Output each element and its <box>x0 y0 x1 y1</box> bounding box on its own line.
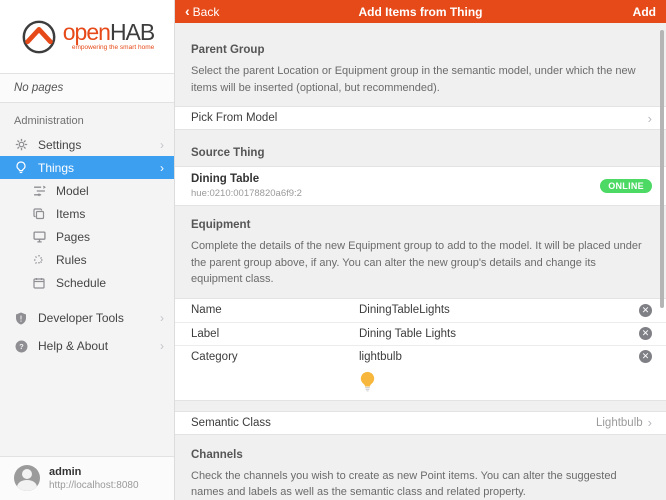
user-server-url: http://localhost:8080 <box>49 479 139 492</box>
sitemap-icon <box>32 184 46 198</box>
category-field-label: Category <box>191 351 359 363</box>
calendar-icon <box>32 276 46 290</box>
parent-group-title: Parent Group <box>191 44 650 56</box>
logo-tagline: empowering the smart home <box>63 45 154 52</box>
chevron-left-icon: ‹ <box>185 4 190 18</box>
chevron-right-icon: › <box>160 339 164 353</box>
label-field-row: Label Dining Table Lights ✕ <box>175 322 666 345</box>
category-icon-preview <box>175 368 666 400</box>
avatar <box>14 465 40 491</box>
category-field-row: Category lightbulb ✕ <box>175 345 666 368</box>
sidebar-item-things[interactable]: Things › <box>0 156 174 179</box>
name-field-row: Name DiningTableLights ✕ <box>175 299 666 322</box>
back-button[interactable]: ‹ Back <box>185 5 219 19</box>
source-thing-row[interactable]: Dining Table hue:0210:00178820a6f9:2 ONL… <box>175 167 666 205</box>
channels-title: Channels <box>191 449 650 461</box>
user-name: admin <box>49 465 139 479</box>
source-thing-title: Source Thing <box>191 147 650 159</box>
sidebar-item-settings[interactable]: Settings › <box>0 133 174 156</box>
sidebar-item-model[interactable]: Model <box>0 179 174 202</box>
sidebar-item-help-about[interactable]: ? Help & About › <box>0 332 174 360</box>
status-badge: ONLINE <box>600 179 652 193</box>
sidebar-item-items[interactable]: Items <box>0 202 174 225</box>
sidebar: openHAB empowering the smart home No pag… <box>0 0 175 500</box>
lightbulb-icon <box>14 161 28 175</box>
svg-text:?: ? <box>19 342 24 351</box>
category-input[interactable]: lightbulb <box>359 351 639 363</box>
no-pages-label: No pages <box>0 74 174 103</box>
chevron-right-icon: › <box>160 311 164 325</box>
semantic-class-value: Lightbulb <box>596 417 643 429</box>
shield-icon <box>14 311 28 325</box>
lightbulb-preview-icon <box>359 371 376 392</box>
name-field-label: Name <box>191 304 359 316</box>
app-window: openHAB empowering the smart home No pag… <box>0 0 666 500</box>
scrollbar[interactable] <box>660 30 664 308</box>
chevron-right-icon: › <box>648 111 652 126</box>
monitor-icon <box>32 230 46 244</box>
add-button[interactable]: Add <box>633 5 656 19</box>
gear-icon <box>14 138 28 152</box>
main-content: Parent Group Select the parent Location … <box>175 23 666 500</box>
chevron-right-icon: › <box>648 415 652 430</box>
semantic-class-label: Semantic Class <box>191 417 271 429</box>
thing-name: Dining Table <box>191 172 302 188</box>
openhab-wordmark: openHAB empowering the smart home <box>63 21 154 52</box>
user-account[interactable]: admin http://localhost:8080 <box>0 456 174 500</box>
parent-group-description: Select the parent Location or Equipment … <box>191 63 650 96</box>
equipment-description: Complete the details of the new Equipmen… <box>191 238 650 288</box>
pick-from-model-row[interactable]: Pick From Model › <box>175 107 666 129</box>
footer-menu: Developer Tools › ? Help & About › <box>0 304 174 360</box>
sparkle-icon <box>32 253 46 267</box>
equipment-title: Equipment <box>191 219 650 231</box>
sidebar-item-pages[interactable]: Pages <box>0 225 174 248</box>
openhab-logo: openHAB empowering the smart home <box>0 0 174 74</box>
channels-description-1: Check the channels you wish to create as… <box>191 468 650 500</box>
label-field-label: Label <box>191 328 359 340</box>
openhab-logo-icon <box>20 18 58 56</box>
name-input[interactable]: DiningTableLights <box>359 304 639 316</box>
admin-menu: Settings › Things › M <box>0 133 174 294</box>
page-title: Add Items from Thing <box>175 5 666 19</box>
sidebar-item-developer-tools[interactable]: Developer Tools › <box>0 304 174 332</box>
clear-name-icon[interactable]: ✕ <box>639 304 652 317</box>
copy-icon <box>32 207 46 221</box>
chevron-right-icon: › <box>160 138 164 152</box>
clear-label-icon[interactable]: ✕ <box>639 327 652 340</box>
administration-section-label: Administration <box>0 103 174 133</box>
thing-uid: hue:0210:00178820a6f9:2 <box>191 188 302 201</box>
semantic-class-row[interactable]: Semantic Class Lightbulb › <box>175 412 666 434</box>
sidebar-item-rules[interactable]: Rules <box>0 248 174 271</box>
sidebar-item-schedule[interactable]: Schedule <box>0 271 174 294</box>
navbar: ‹ Back Add Items from Thing Add <box>175 0 666 23</box>
chevron-right-icon: › <box>160 161 164 175</box>
question-circle-icon: ? <box>14 339 28 353</box>
label-input[interactable]: Dining Table Lights <box>359 328 639 340</box>
clear-category-icon[interactable]: ✕ <box>639 350 652 363</box>
